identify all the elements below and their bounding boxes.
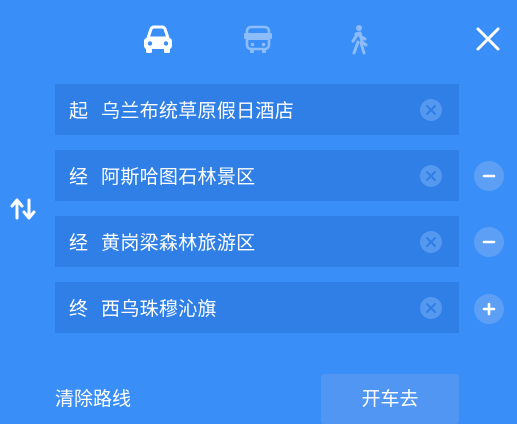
plus-icon <box>482 302 496 316</box>
waypoint-1-prefix: 经 <box>69 166 89 188</box>
waypoint-2-prefix: 经 <box>69 232 89 254</box>
clear-icon <box>426 236 436 247</box>
waypoint-2-value: 黄岗梁森林旅游区 <box>101 232 256 254</box>
car-icon <box>144 25 172 53</box>
close-button[interactable] <box>471 22 505 56</box>
start-prefix: 起 <box>69 100 89 122</box>
waypoint-1-field[interactable]: 经 阿斯哈图石林景区 <box>55 150 459 201</box>
end-prefix: 终 <box>69 298 89 320</box>
clear-icon <box>426 170 436 181</box>
mode-bus-tab[interactable] <box>236 18 280 62</box>
mode-walk-tab[interactable] <box>336 18 380 62</box>
swap-arrows-icon <box>10 198 36 220</box>
clear-end-button[interactable] <box>420 296 442 319</box>
end-value: 西乌珠穆沁旗 <box>101 298 217 320</box>
minus-icon <box>482 240 496 244</box>
walk-icon <box>351 25 368 55</box>
add-waypoint-button[interactable] <box>474 294 504 324</box>
mode-car-tab[interactable] <box>136 18 180 62</box>
remove-waypoint-1-button[interactable] <box>474 161 504 191</box>
start-field[interactable]: 起 乌兰布统草原假日酒店 <box>55 84 459 135</box>
clear-waypoint-1-button[interactable] <box>420 164 442 187</box>
clear-icon <box>426 104 436 115</box>
waypoint-2-field[interactable]: 经 黄岗梁森林旅游区 <box>55 216 459 267</box>
travel-mode-bar <box>0 18 517 62</box>
swap-route-button[interactable] <box>8 194 38 224</box>
minus-icon <box>482 174 496 178</box>
clear-icon <box>426 302 436 313</box>
remove-waypoint-2-button[interactable] <box>474 227 504 257</box>
clear-start-button[interactable] <box>420 98 442 121</box>
clear-waypoint-2-button[interactable] <box>420 230 442 253</box>
bus-icon <box>244 25 272 53</box>
end-field[interactable]: 终 西乌珠穆沁旗 <box>55 282 459 333</box>
close-icon <box>476 27 500 51</box>
drive-go-label: 开车去 <box>361 388 419 410</box>
start-value: 乌兰布统草原假日酒店 <box>101 100 295 122</box>
waypoint-1-value: 阿斯哈图石林景区 <box>101 166 256 188</box>
drive-go-button[interactable]: 开车去 <box>321 374 459 424</box>
clear-route-link[interactable]: 清除路线 <box>55 384 131 411</box>
